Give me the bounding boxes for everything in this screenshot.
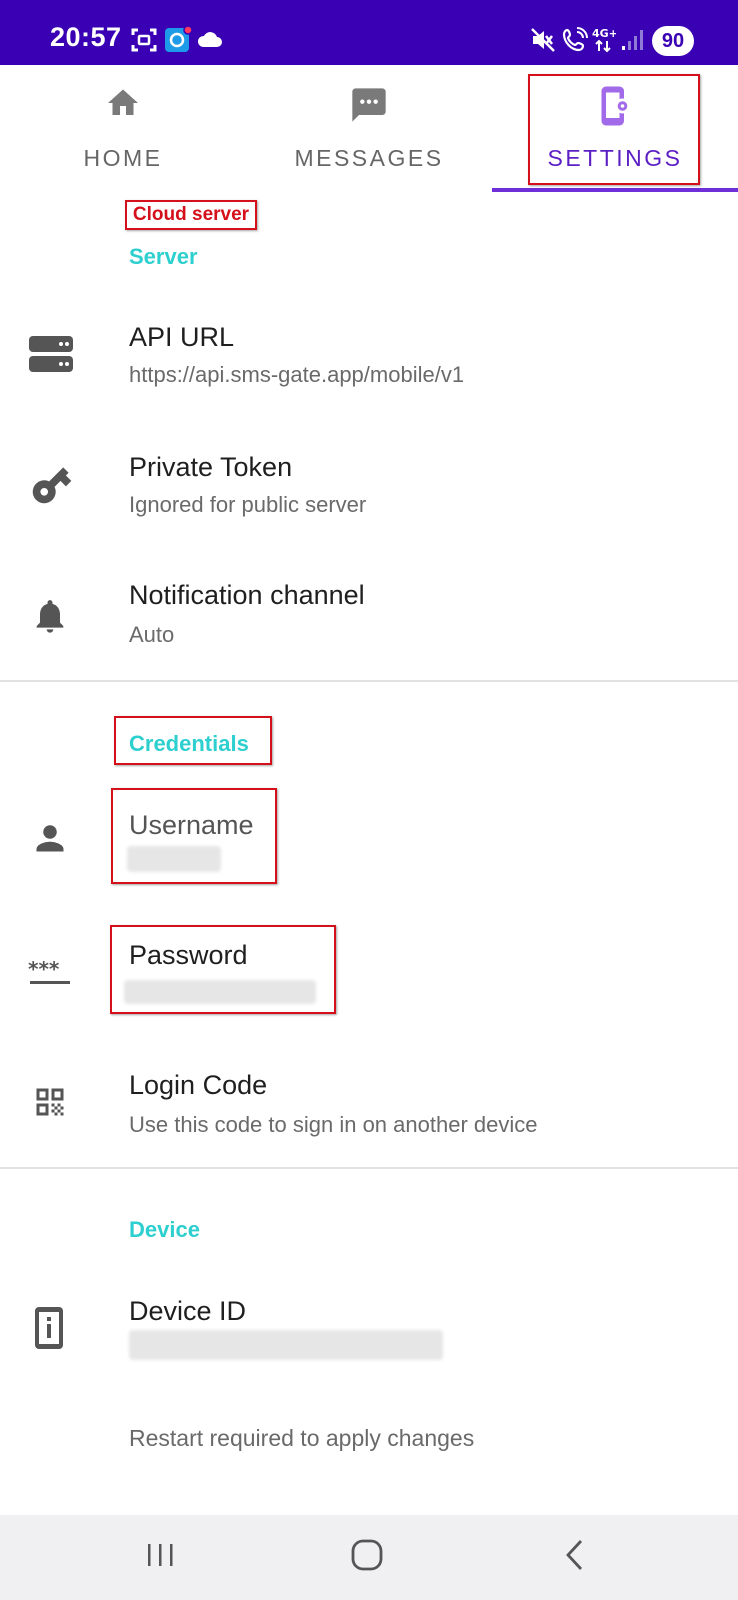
pref-notification-channel[interactable]: Notification channel Auto (0, 550, 738, 670)
home-icon (108, 89, 138, 115)
4g-icon: 4G+ (592, 27, 616, 53)
pref-login-code[interactable]: Login Code Use this code to sign in on a… (0, 1040, 738, 1160)
pref-api-url-summary: https://api.sms-gate.app/mobile/v1 (129, 362, 465, 387)
pref-private-token[interactable]: Private Token Ignored for public server (0, 420, 738, 540)
screenshot-icon (131, 28, 157, 52)
camera-app-icon (165, 26, 192, 52)
cloud-icon (197, 32, 222, 47)
bell-icon (36, 600, 64, 633)
pref-private-token-title: Private Token (129, 452, 293, 482)
annotation-box-password (110, 925, 336, 1014)
annotation-cloud-server-label: Cloud server (125, 200, 257, 230)
key-icon (32, 467, 72, 504)
tab-messages-label: MESSAGES (294, 145, 444, 171)
annotation-box-credentials (114, 716, 272, 765)
section-divider (0, 1167, 738, 1169)
home-nav-icon[interactable] (348, 1533, 386, 1577)
section-header-server: Server (129, 244, 198, 269)
status-bar: 20:57 4G+ 90 (0, 0, 738, 65)
pref-notification-channel-title: Notification channel (129, 580, 365, 610)
pref-device-id[interactable]: Device ID (0, 1270, 738, 1390)
device-id-value-redacted (129, 1330, 443, 1360)
person-icon (36, 825, 64, 852)
restart-note: Restart required to apply changes (129, 1425, 475, 1451)
battery-indicator: 90 (652, 26, 694, 56)
recents-icon[interactable] (144, 1533, 178, 1577)
section-header-device: Device (129, 1217, 200, 1242)
pref-api-url[interactable]: API URL https://api.sms-gate.app/mobile/… (0, 290, 738, 410)
annotation-box-settings (528, 74, 700, 185)
tab-home[interactable]: HOME (0, 65, 246, 193)
pref-notification-channel-summary: Auto (129, 622, 175, 647)
qr-code-icon (36, 1088, 64, 1116)
server-icon (29, 336, 73, 372)
wifi-call-icon (562, 27, 588, 52)
svg-text:***: *** (28, 960, 60, 981)
system-nav-bar (0, 1515, 738, 1600)
message-icon (352, 88, 386, 122)
pref-login-code-title: Login Code (129, 1070, 268, 1100)
device-info-icon (35, 1307, 63, 1349)
pref-device-id-title: Device ID (129, 1296, 247, 1326)
tab-home-label: HOME (83, 145, 163, 171)
pref-private-token-summary: Ignored for public server (129, 492, 367, 517)
status-time: 20:57 (50, 22, 122, 52)
mute-icon (531, 28, 555, 52)
password-icon: *** (28, 960, 70, 984)
tab-messages[interactable]: MESSAGES (246, 65, 492, 193)
signal-icon (622, 30, 643, 50)
pref-login-code-summary: Use this code to sign in on another devi… (129, 1112, 538, 1137)
annotation-box-username (111, 788, 277, 884)
section-divider (0, 680, 738, 682)
back-icon[interactable] (560, 1533, 590, 1577)
svg-text:4G+: 4G+ (592, 27, 616, 40)
tab-indicator (492, 188, 738, 192)
pref-api-url-title: API URL (129, 322, 235, 352)
